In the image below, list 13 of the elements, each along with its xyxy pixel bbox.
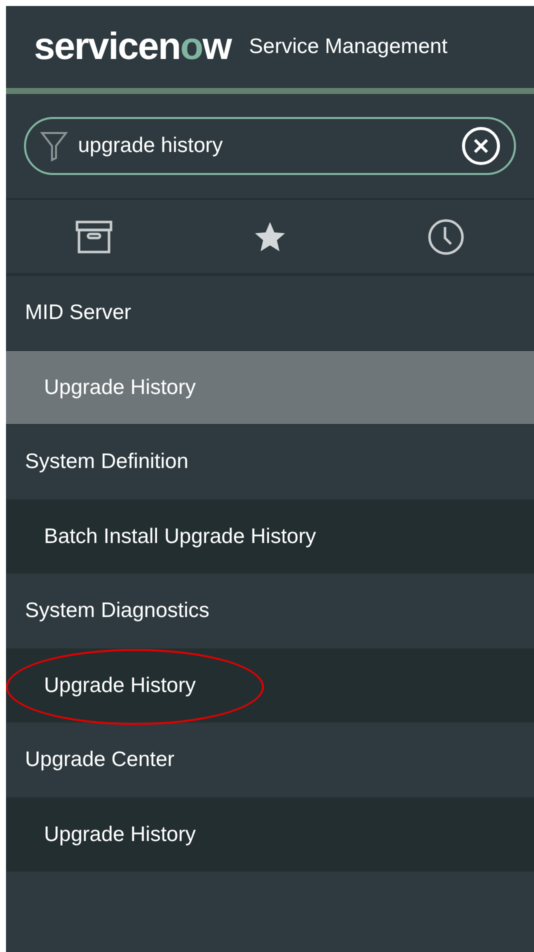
app-title: Service Management bbox=[249, 34, 448, 60]
menu-item[interactable]: Batch Install Upgrade History bbox=[6, 500, 534, 574]
search-field[interactable]: upgrade history bbox=[24, 117, 516, 175]
menu-item[interactable]: Upgrade History bbox=[6, 649, 534, 723]
clock-icon bbox=[427, 218, 465, 256]
logo: servicenow bbox=[34, 28, 232, 66]
archive-box-icon bbox=[75, 220, 113, 254]
menu-item[interactable]: Upgrade History bbox=[6, 798, 534, 872]
clear-button[interactable] bbox=[462, 127, 500, 165]
close-icon bbox=[473, 138, 489, 154]
filter-icon bbox=[40, 130, 68, 162]
search-input[interactable]: upgrade history bbox=[78, 130, 452, 162]
menu-item[interactable]: Upgrade History bbox=[6, 351, 534, 425]
